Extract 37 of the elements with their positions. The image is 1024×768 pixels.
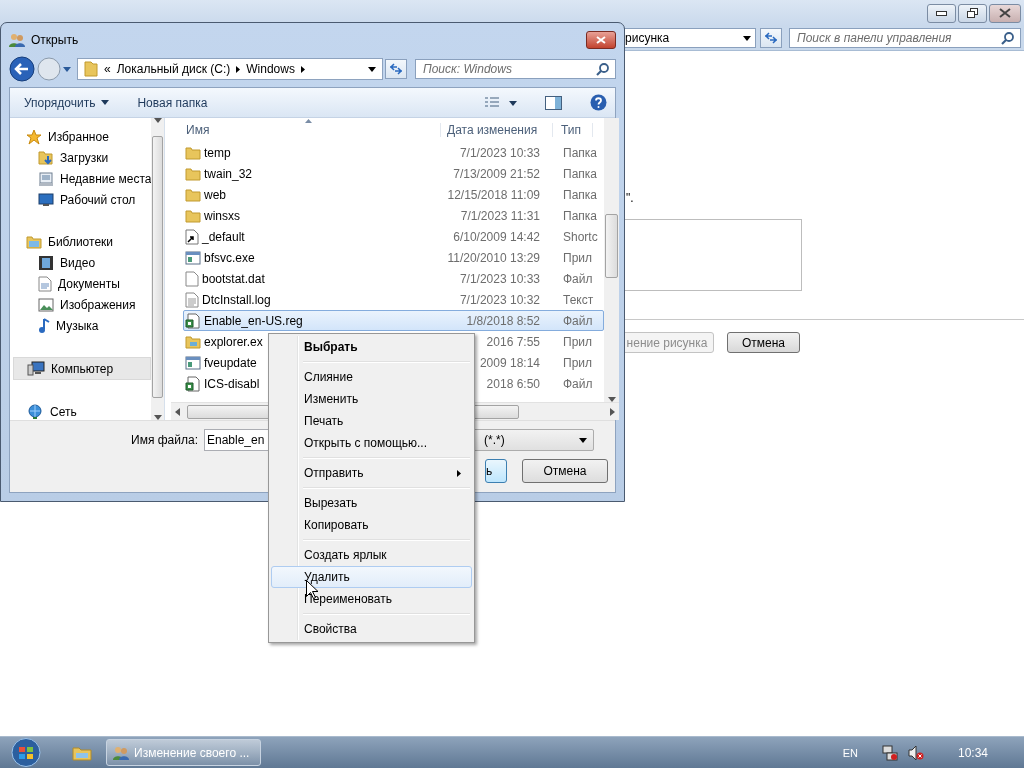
type-cell-text: Папка — [562, 166, 598, 181]
type-cell-text: Shortc — [562, 229, 599, 244]
address-text: рисунка — [625, 31, 670, 45]
file-name: web — [184, 187, 443, 202]
file-name: bootstat.dat — [184, 270, 443, 287]
date-cell-text: 7/1/2023 11:31 — [459, 208, 541, 223]
date-cell-text: 7/1/2023 10:33 — [458, 271, 541, 286]
date-cell-text: 1/8/2018 8:52 — [465, 313, 541, 328]
file-name: twain_32 — [184, 166, 443, 181]
type-cell-text: Прил — [562, 250, 593, 265]
type-cell-text: Папка — [562, 187, 598, 202]
type-cell-text: Папка — [562, 145, 598, 160]
type-cell-text: Прил — [562, 355, 593, 370]
date-cell-text: 7/1/2023 10:32 — [458, 292, 541, 307]
date-cell-text: 6/10/2009 14:42 — [452, 229, 541, 244]
date-cell-text: 7/1/2023 10:33 — [458, 145, 541, 160]
date-cell-text: 7/13/2009 21:52 — [452, 166, 541, 181]
type-cell-text: Файл — [562, 271, 594, 286]
type-cell-text: Прил — [562, 334, 593, 349]
date-cell-text: 11/20/2010 13:29 — [446, 250, 541, 265]
date-cell-text: 2018 6:50 — [485, 376, 541, 391]
file-name: Enable_en-US.reg — [184, 312, 443, 329]
file-name: _default — [184, 228, 443, 245]
window-title: Открыть — [31, 32, 80, 47]
file-name: bfsvc.exe — [184, 250, 443, 265]
date-cell-text: 12/15/2018 11:09 — [446, 187, 541, 202]
type-cell-text: Файл — [562, 376, 594, 391]
file-name-label: Имя файла: — [130, 433, 199, 447]
type-cell-text: Текст — [562, 292, 595, 307]
text-fragment: ". — [626, 191, 635, 205]
file-name: winsxs — [184, 208, 443, 223]
date-cell-text: 2016 7:55 — [485, 334, 541, 349]
file-name: DtcInstall.log — [184, 291, 443, 308]
type-cell-text: Файл — [562, 313, 594, 328]
file-name: temp — [184, 145, 443, 160]
type-cell-text: Папка — [562, 208, 598, 223]
date-cell-text: 2009 18:14 — [478, 355, 541, 370]
